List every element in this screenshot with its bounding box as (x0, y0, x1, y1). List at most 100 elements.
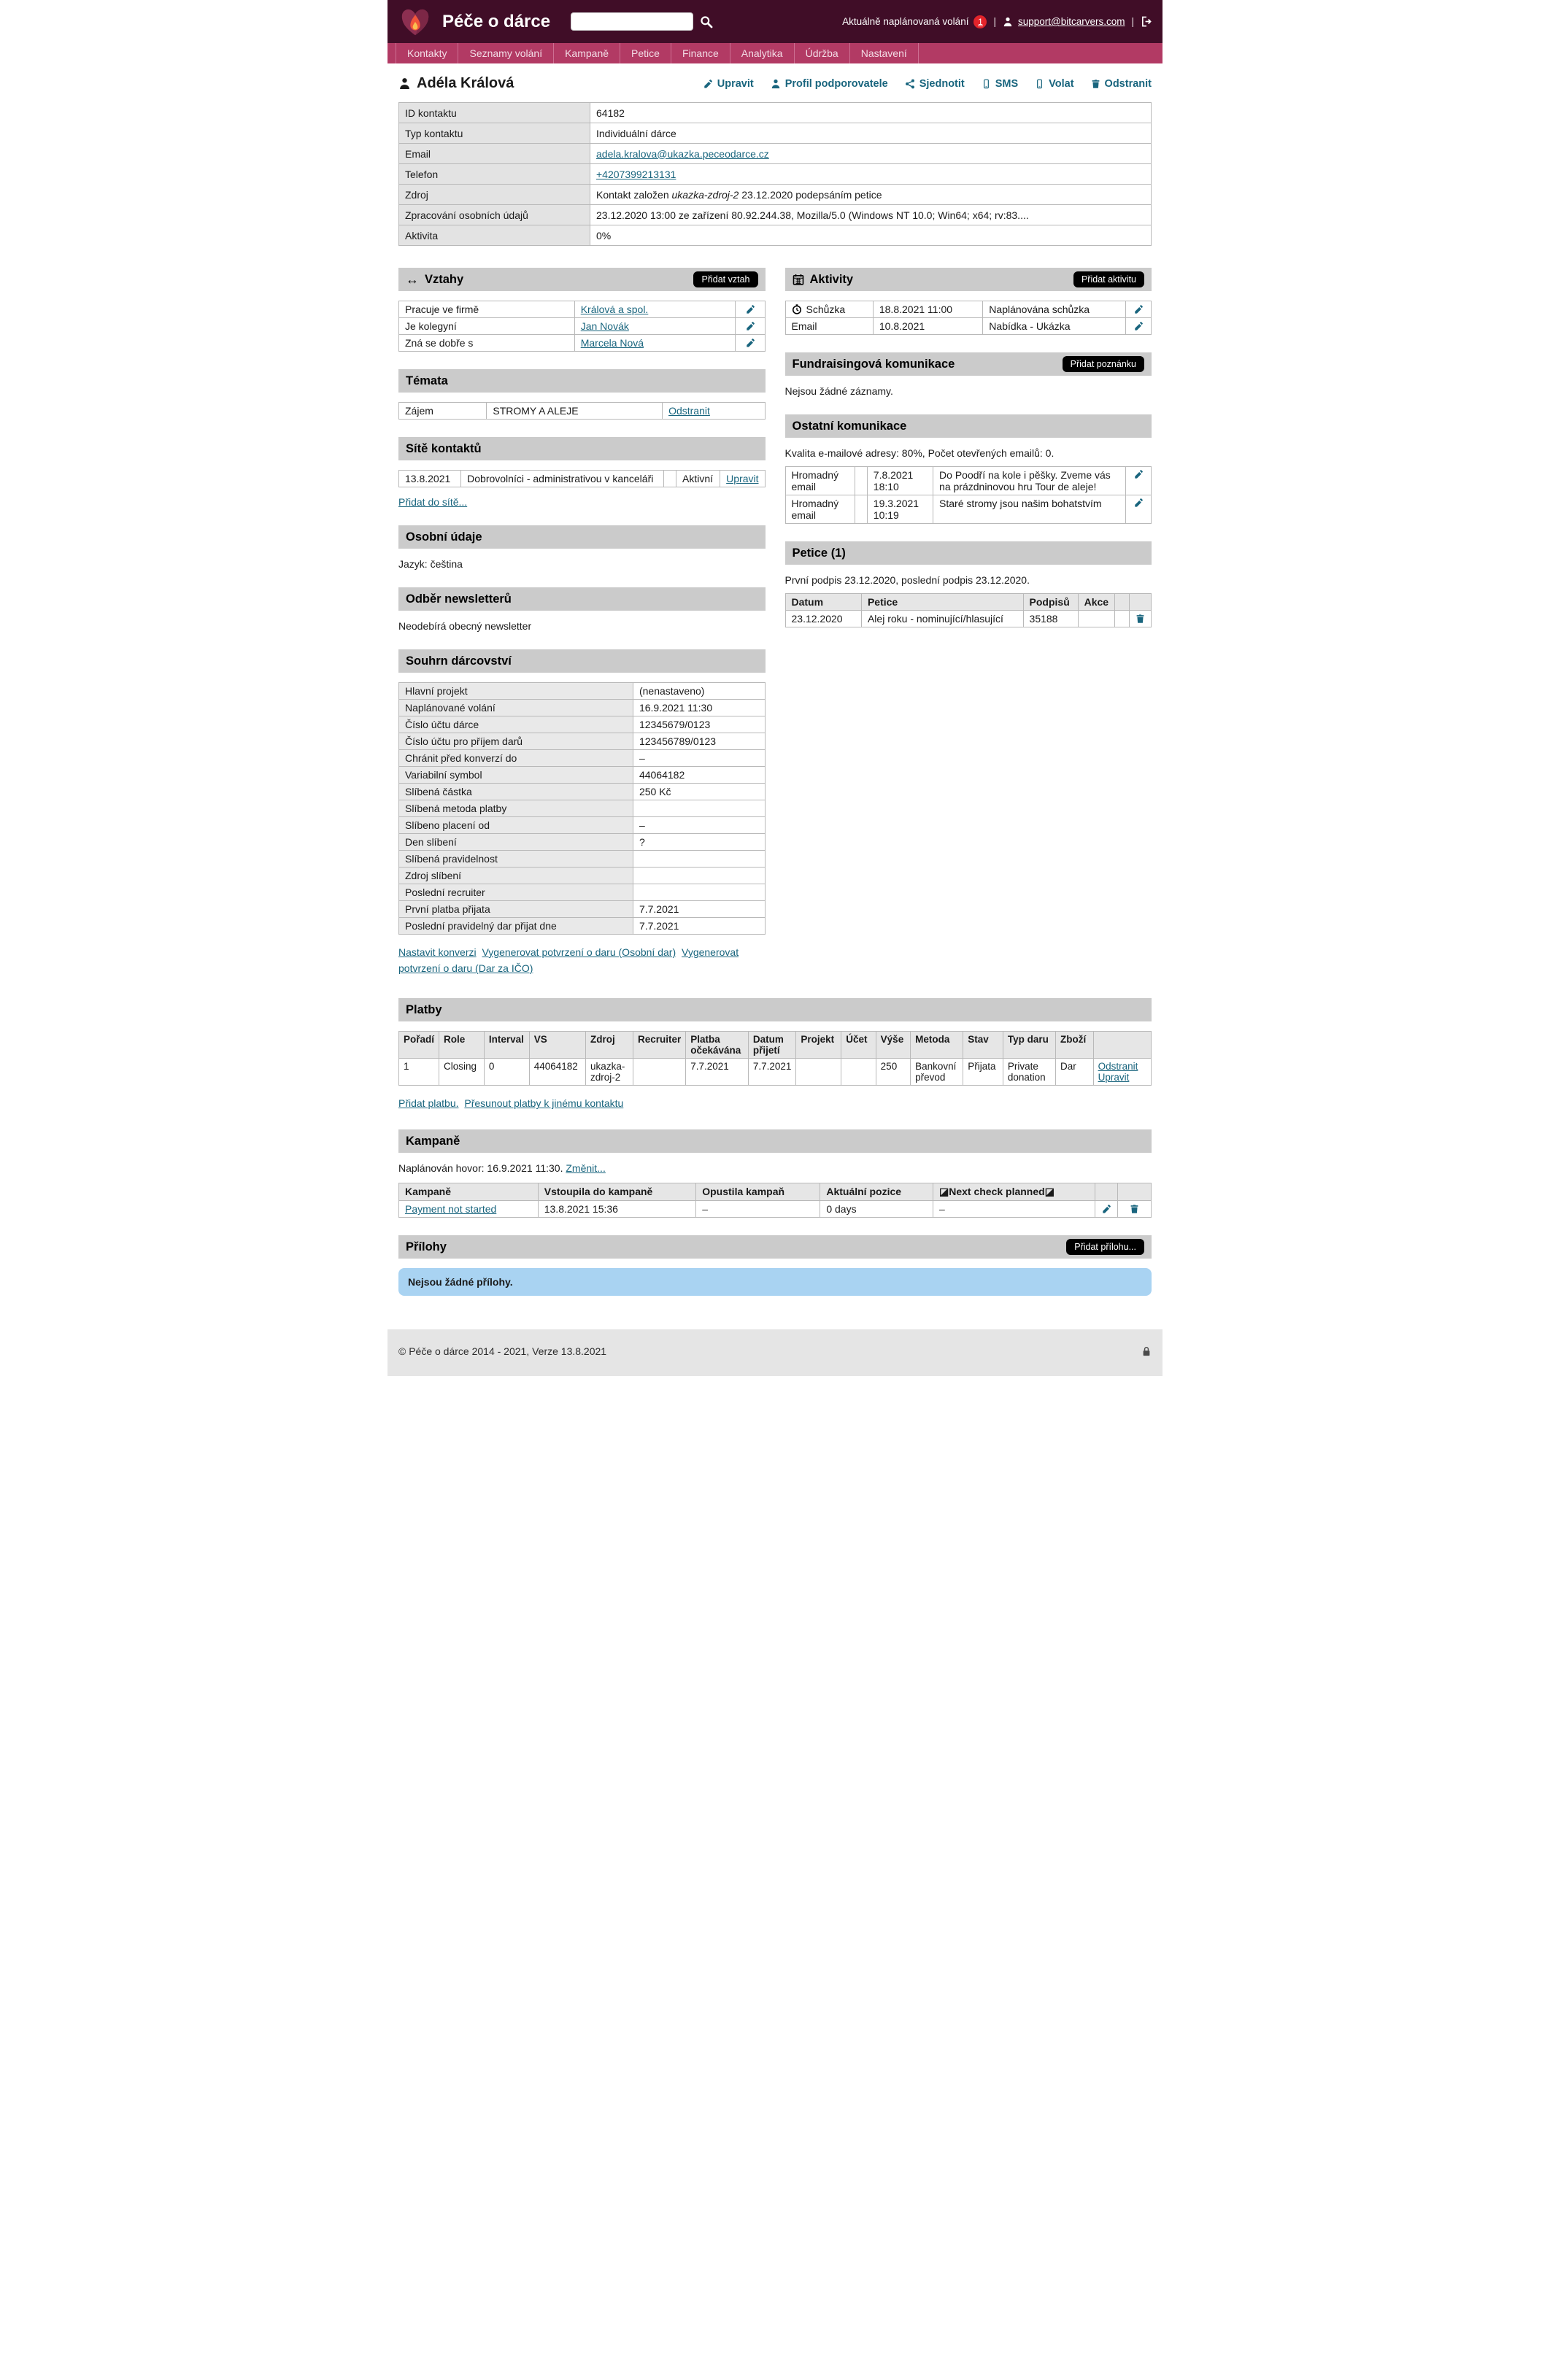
activity-value: 0% (590, 225, 1152, 246)
contact-phone-link[interactable]: +4207399213131 (596, 169, 676, 180)
no-records-text: Nejsou žádné záznamy. (785, 385, 1152, 397)
pencil-icon[interactable] (1101, 1204, 1111, 1214)
language-text: Jazyk: čeština (398, 558, 766, 570)
relation-link[interactable]: Králová a spol. (581, 304, 649, 315)
edit-payment-link[interactable]: Upravit (1098, 1072, 1146, 1083)
planned-calls-count-badge[interactable]: 1 (973, 15, 987, 28)
add-attachment-button[interactable]: Přidat přílohu... (1066, 1239, 1144, 1255)
network-status: Aktivní (676, 471, 720, 487)
delete-contact-button[interactable]: Odstranit (1091, 78, 1152, 90)
add-relation-button[interactable]: Přidat vztah (693, 271, 757, 287)
search-input[interactable] (571, 12, 693, 31)
relation-link[interactable]: Marcela Nová (581, 337, 644, 349)
email-quality-text: Kvalita e-mailové adresy: 80%, Počet ote… (785, 447, 1152, 459)
payments-table: Pořadí Role Interval VS Zdroj Recruiter … (398, 1031, 1152, 1086)
nav-item-seznamy-volani[interactable]: Seznamy volání (458, 43, 554, 63)
table-row: Hromadný email 7.8.2021 18:10 Do Poodří … (785, 467, 1152, 495)
table-row: Payment not started 13.8.2021 15:36 – 0 … (399, 1201, 1152, 1218)
nav-item-nastaveni[interactable]: Nastavení (850, 43, 919, 63)
section-header-vztahy: ↔Vztahy Přidat vztah (398, 268, 766, 291)
search-icon[interactable] (700, 15, 713, 28)
table-row: Telefon+4207399213131 (399, 164, 1152, 185)
pencil-icon (703, 79, 713, 89)
petition-summary-text: První podpis 23.12.2020, poslední podpis… (785, 574, 1152, 586)
section-header-aktivity: Aktivity Přidat aktivitu (785, 268, 1152, 291)
generate-receipt-personal-link[interactable]: Vygenerovat potvrzení o daru (Osobní dar… (482, 946, 676, 958)
trash-icon[interactable] (1135, 614, 1145, 624)
campaign-link[interactable]: Payment not started (405, 1203, 496, 1215)
remove-topic-link[interactable]: Odstranit (668, 405, 710, 417)
add-note-button[interactable]: Přidat poznánku (1063, 356, 1144, 372)
delete-payment-link[interactable]: Odstranit (1098, 1061, 1146, 1072)
lock-icon (1141, 1345, 1152, 1357)
table-row: Slíbená částka250 Kč (399, 784, 766, 800)
nav-item-udrzba[interactable]: Údržba (795, 43, 850, 63)
trash-icon[interactable] (1124, 1204, 1145, 1214)
section-header-kampane: Kampaně (398, 1129, 1152, 1153)
planned-call-text: Naplánován hovor: 16.9.2021 11:30. (398, 1162, 563, 1174)
contact-type-value: Individuální dárce (590, 123, 1152, 144)
newsletter-status-text: Neodebírá obecný newsletter (398, 620, 766, 632)
pencil-icon[interactable] (741, 304, 758, 314)
table-row: Zájem STROMY A ALEJE Odstranit (399, 403, 766, 420)
contact-person-icon (398, 77, 411, 90)
supporter-profile-button[interactable]: Profil podporovatele (771, 78, 888, 90)
pencil-icon[interactable] (1132, 469, 1145, 479)
merge-contact-button[interactable]: Sjednotit (905, 78, 965, 90)
set-conversion-link[interactable]: Nastavit konverzi (398, 946, 477, 958)
table-row: První platba přijata7.7.2021 (399, 901, 766, 918)
user-email-link[interactable]: support@bitcarvers.com (1018, 16, 1125, 27)
move-payments-link[interactable]: Přesunout platby k jinému kontaktu (464, 1097, 623, 1109)
sms-button[interactable]: SMS (982, 78, 1018, 90)
pencil-icon[interactable] (1132, 304, 1145, 314)
no-attachments-infobox: Nejsou žádné přílohy. (398, 1268, 1152, 1296)
communications-table: Hromadný email 7.8.2021 18:10 Do Poodří … (785, 466, 1152, 524)
table-row: ZdrojKontakt založen ukazka-zdroj-2 23.1… (399, 185, 1152, 205)
logout-icon[interactable] (1141, 16, 1152, 27)
clock-icon (792, 304, 802, 314)
calendar-icon (793, 274, 804, 285)
page-footer: © Péče o dárce 2014 - 2021, Verze 13.8.2… (388, 1329, 1162, 1376)
nav-item-finance[interactable]: Finance (671, 43, 730, 63)
section-header-site-kontaktu: Sítě kontaktů (398, 437, 766, 460)
table-row: Číslo účtu pro příjem darů123456789/0123 (399, 733, 766, 750)
mobile-phone-icon (982, 79, 991, 89)
add-payment-link[interactable]: Přidat platbu. (398, 1097, 459, 1109)
contact-source-value: Kontakt založen ukazka-zdroj-2 23.12.202… (590, 185, 1152, 205)
table-row: ID kontaktu64182 (399, 103, 1152, 123)
table-header-row: Datum Petice Podpisů Akce (785, 594, 1152, 611)
table-row: Slíbená pravidelnost (399, 851, 766, 868)
table-row: Typ kontaktuIndividuální dárce (399, 123, 1152, 144)
edit-contact-button[interactable]: Upravit (703, 78, 754, 90)
page-title-contact-name: Adéla Králová (417, 75, 514, 92)
pencil-icon[interactable] (741, 321, 758, 331)
nav-item-analytika[interactable]: Analytika (730, 43, 795, 63)
contact-info-table: ID kontaktu64182 Typ kontaktuIndividuáln… (398, 102, 1152, 246)
pencil-icon[interactable] (1132, 498, 1145, 508)
copyright-text: © Péče o dárce 2014 - 2021, Verze 13.8.2… (398, 1345, 606, 1357)
call-button[interactable]: Volat (1035, 78, 1073, 90)
table-row: Zná se dobře s Marcela Nová (399, 335, 766, 352)
contact-email-link[interactable]: adela.kralova@ukazka.peceodarce.cz (596, 148, 769, 160)
table-row: Je kolegyní Jan Novák (399, 318, 766, 335)
section-header-ostatni-komunikace: Ostatní komunikace (785, 414, 1152, 438)
add-activity-button[interactable]: Přidat aktivitu (1073, 271, 1144, 287)
table-row: Poslední recruiter (399, 884, 766, 901)
section-header-osobni-udaje: Osobní údaje (398, 525, 766, 549)
relation-link[interactable]: Jan Novák (581, 320, 629, 332)
change-call-link[interactable]: Změnit... (566, 1162, 605, 1174)
nav-item-kampane[interactable]: Kampaně (554, 43, 620, 63)
table-row: Pracuje ve firmě Králová a spol. (399, 301, 766, 318)
pencil-icon[interactable] (741, 338, 758, 348)
nav-item-petice[interactable]: Petice (620, 43, 671, 63)
nav-item-kontakty[interactable]: Kontakty (396, 43, 458, 63)
table-row: Emailadela.kralova@ukazka.peceodarce.cz (399, 144, 1152, 164)
share-icon (905, 79, 915, 89)
edit-network-link[interactable]: Upravit (726, 473, 758, 484)
table-header-row: Kampaně Vstoupila do kampaně Opustila ka… (399, 1183, 1152, 1201)
table-row: Slíbeno placení od– (399, 817, 766, 834)
table-row: Schůzka 18.8.2021 11:00 Naplánována schů… (785, 301, 1152, 318)
pencil-icon[interactable] (1132, 321, 1145, 331)
add-to-network-link[interactable]: Přidat do sítě... (398, 496, 467, 508)
user-icon (1003, 17, 1013, 27)
